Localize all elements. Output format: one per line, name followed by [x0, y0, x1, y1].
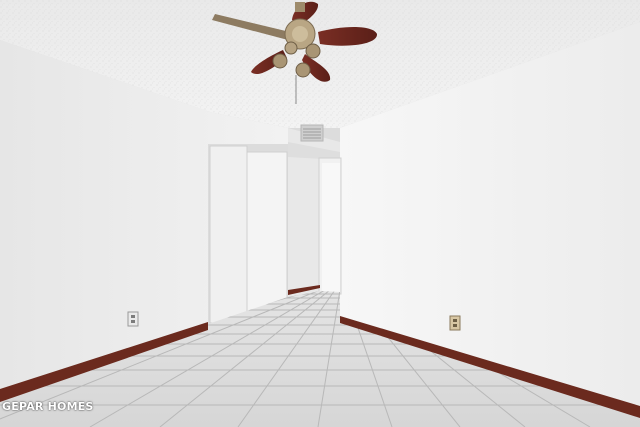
empty-bedroom-photo: GEPAR HOMES	[0, 0, 640, 427]
fan-light-4	[284, 41, 298, 55]
watermark-text: GEPAR HOMES	[2, 400, 94, 413]
fan-light-2	[295, 62, 311, 78]
hallway-door	[318, 157, 342, 295]
closet-door-left	[209, 145, 248, 324]
air-vent	[300, 124, 324, 142]
fan-canopy	[295, 2, 305, 12]
wall-outlet-left	[127, 311, 139, 327]
fan-light-3	[305, 43, 321, 59]
closet	[208, 144, 288, 325]
wall-outlet-right	[449, 315, 461, 331]
closet-door-right	[246, 151, 288, 313]
fan-light-1	[272, 53, 288, 69]
room-scene	[0, 0, 640, 427]
